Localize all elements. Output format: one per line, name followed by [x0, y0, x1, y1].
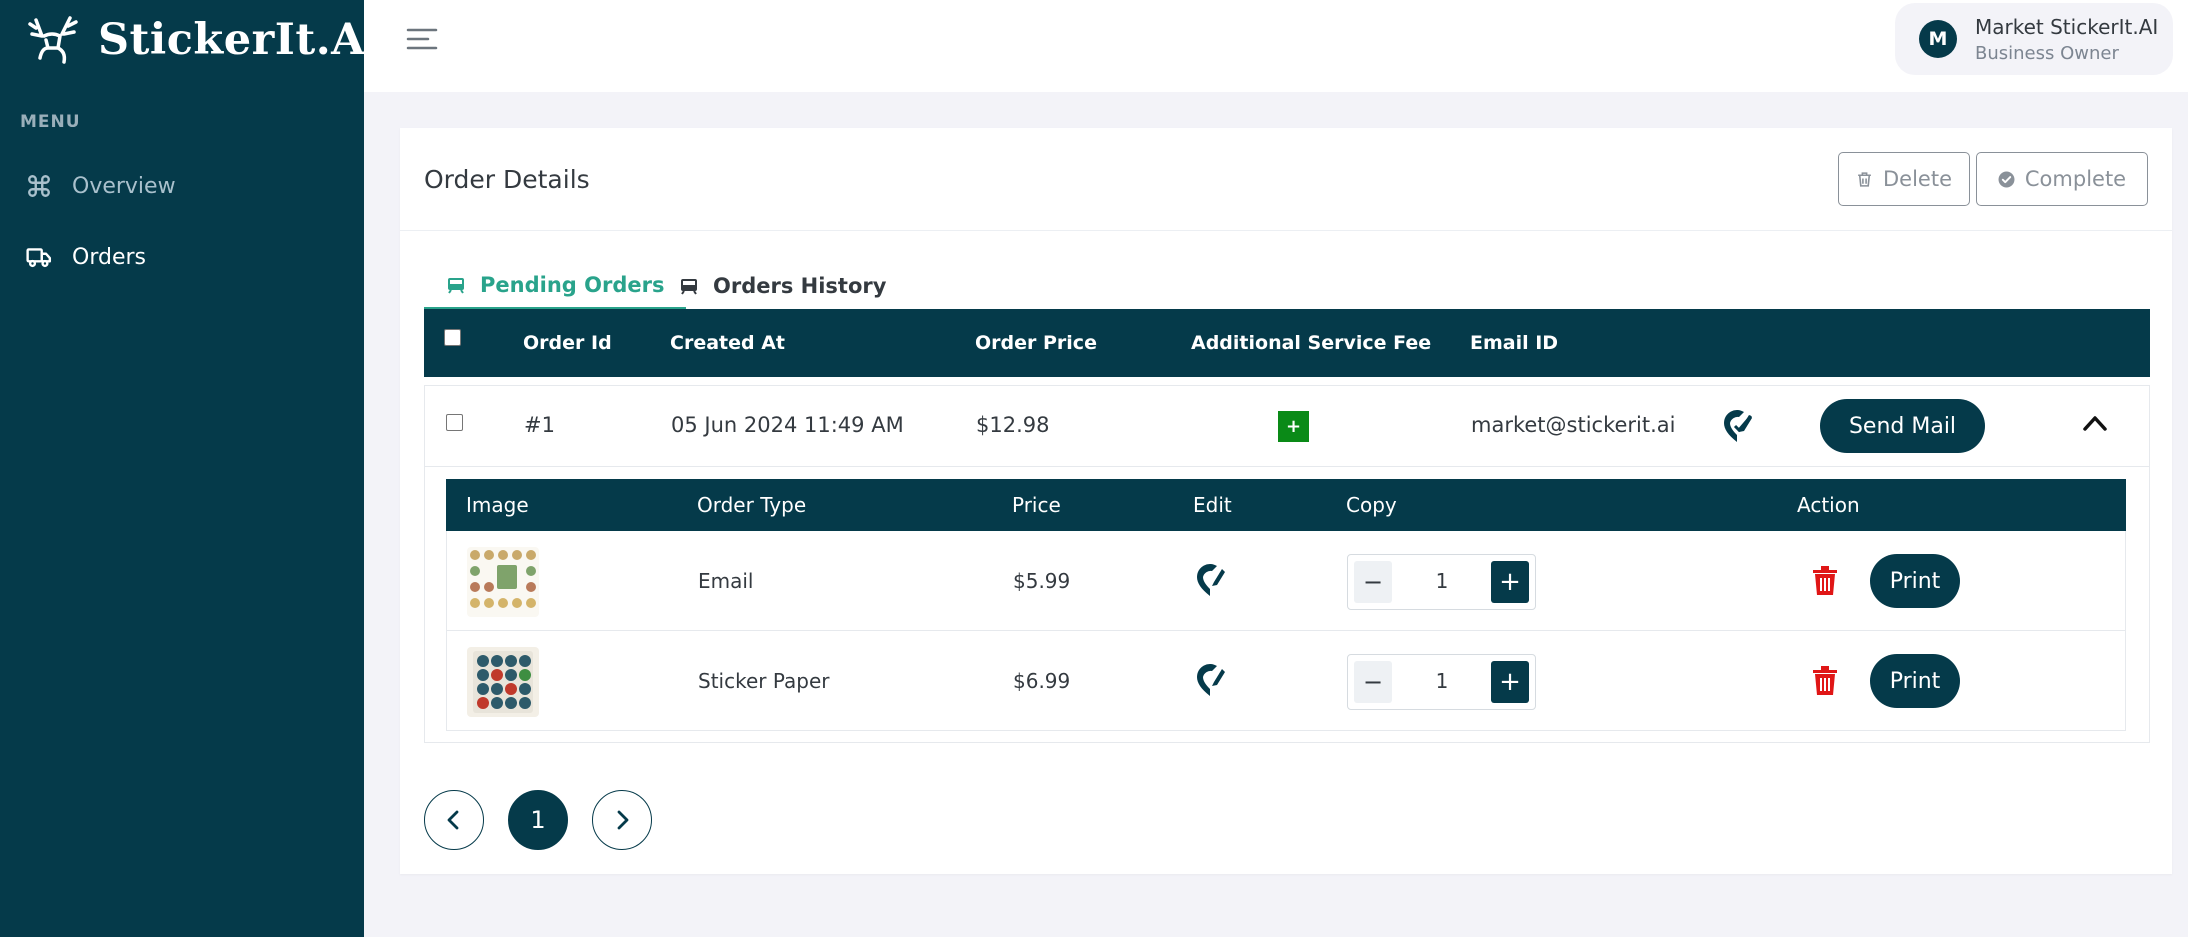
table-row[interactable]: #1 05 Jun 2024 11:49 AM $12.98 + market@… — [424, 385, 2150, 467]
quantity-stepper: − 1 + — [1347, 654, 1536, 710]
item-price: $6.99 — [1013, 669, 1071, 693]
col-email-id: Email ID — [1470, 332, 1559, 354]
row-checkbox[interactable] — [446, 414, 463, 431]
brand[interactable]: StickerIt.AI — [28, 14, 386, 66]
truck-icon — [26, 248, 52, 268]
check-circle-icon — [1998, 171, 2015, 187]
sticker-sheet-thumbnail[interactable] — [467, 547, 539, 617]
delete-button[interactable]: Delete — [1838, 152, 1970, 206]
hamburger-menu-icon[interactable] — [406, 26, 438, 52]
chevron-right-icon — [617, 810, 629, 830]
train-icon — [448, 277, 464, 294]
topbar: M Market StickerIt.AI Business Owner — [364, 0, 2188, 92]
edit-email-icon[interactable] — [1722, 409, 1752, 443]
sidebar-item-label: Overview — [72, 173, 176, 199]
col-order-id: Order Id — [523, 332, 612, 354]
col-order-type: Order Type — [697, 493, 807, 517]
page-button-current[interactable]: 1 — [508, 790, 568, 850]
sidebar-item-orders[interactable]: Orders — [26, 244, 146, 270]
order-details-card: Order Details Delete Complete Pending Or… — [400, 128, 2172, 874]
sidebar-item-overview[interactable]: Overview — [26, 173, 176, 199]
complete-button[interactable]: Complete — [1976, 152, 2148, 206]
train-icon — [681, 279, 697, 295]
col-service-fee: Additional Service Fee — [1191, 332, 1432, 354]
col-order-price: Order Price — [975, 332, 1097, 354]
orders-table-header: Order Id Created At Order Price Addition… — [424, 309, 2150, 377]
tab-pending-orders[interactable]: Pending Orders — [424, 262, 687, 310]
increment-button[interactable]: + — [1491, 561, 1529, 603]
add-service-fee-button[interactable]: + — [1278, 411, 1309, 442]
tab-orders-history[interactable]: Orders History — [679, 262, 886, 310]
send-mail-button[interactable]: Send Mail — [1820, 399, 1985, 453]
avatar: M — [1919, 20, 1957, 58]
decrement-button[interactable]: − — [1354, 561, 1392, 603]
user-menu[interactable]: M Market StickerIt.AI Business Owner — [1895, 3, 2173, 75]
quantity-stepper: − 1 + — [1347, 554, 1536, 610]
created-at: 05 Jun 2024 11:49 AM — [671, 413, 904, 437]
table-row: Email $5.99 − 1 + Print — [446, 531, 2126, 631]
order-type: Sticker Paper — [698, 669, 830, 693]
edit-icon[interactable] — [1195, 663, 1225, 697]
chevron-up-icon[interactable] — [2082, 414, 2108, 432]
next-page-button[interactable] — [592, 790, 652, 850]
trash-icon[interactable] — [1811, 564, 1839, 596]
quantity-value[interactable]: 1 — [1412, 569, 1472, 593]
prev-page-button[interactable] — [424, 790, 484, 850]
col-image: Image — [466, 493, 529, 517]
increment-button[interactable]: + — [1491, 661, 1529, 703]
user-role: Business Owner — [1975, 42, 2119, 64]
print-button[interactable]: Print — [1870, 554, 1960, 608]
items-table-header: Image Order Type Price Edit Copy Action — [446, 479, 2126, 531]
page-title: Order Details — [424, 165, 590, 194]
trash-icon[interactable] — [1811, 664, 1839, 696]
select-all-checkbox[interactable] — [444, 329, 461, 346]
col-action: Action — [1797, 493, 1860, 517]
order-price: $12.98 — [976, 413, 1050, 437]
col-copy: Copy — [1346, 493, 1397, 517]
edit-icon[interactable] — [1195, 563, 1225, 597]
sticker-sheet-thumbnail[interactable] — [467, 647, 539, 717]
table-row: Sticker Paper $6.99 − 1 + Print — [446, 631, 2126, 731]
moose-icon — [28, 16, 78, 64]
print-button[interactable]: Print — [1870, 654, 1960, 708]
order-items-panel: Image Order Type Price Edit Copy Action … — [424, 467, 2150, 743]
chevron-left-icon — [447, 810, 459, 830]
item-price: $5.99 — [1013, 569, 1071, 593]
sidebar-item-label: Orders — [72, 244, 146, 270]
brand-name: StickerIt.AI — [98, 15, 386, 65]
sidebar: StickerIt.AI MENU Overview Orders — [0, 0, 385, 937]
trash-outline-icon — [1858, 171, 1871, 187]
menu-title: MENU — [20, 112, 81, 132]
user-name: Market StickerIt.AI — [1975, 14, 2159, 39]
order-type: Email — [698, 569, 754, 593]
col-edit: Edit — [1193, 493, 1232, 517]
decrement-button[interactable]: − — [1354, 661, 1392, 703]
card-header: Order Details Delete Complete — [400, 128, 2172, 231]
col-created-at: Created At — [670, 332, 785, 354]
col-price: Price — [1012, 493, 1061, 517]
email-id: market@stickerit.ai — [1471, 413, 1676, 437]
order-id: #1 — [524, 413, 555, 437]
command-icon — [28, 175, 50, 197]
quantity-value[interactable]: 1 — [1412, 669, 1472, 693]
